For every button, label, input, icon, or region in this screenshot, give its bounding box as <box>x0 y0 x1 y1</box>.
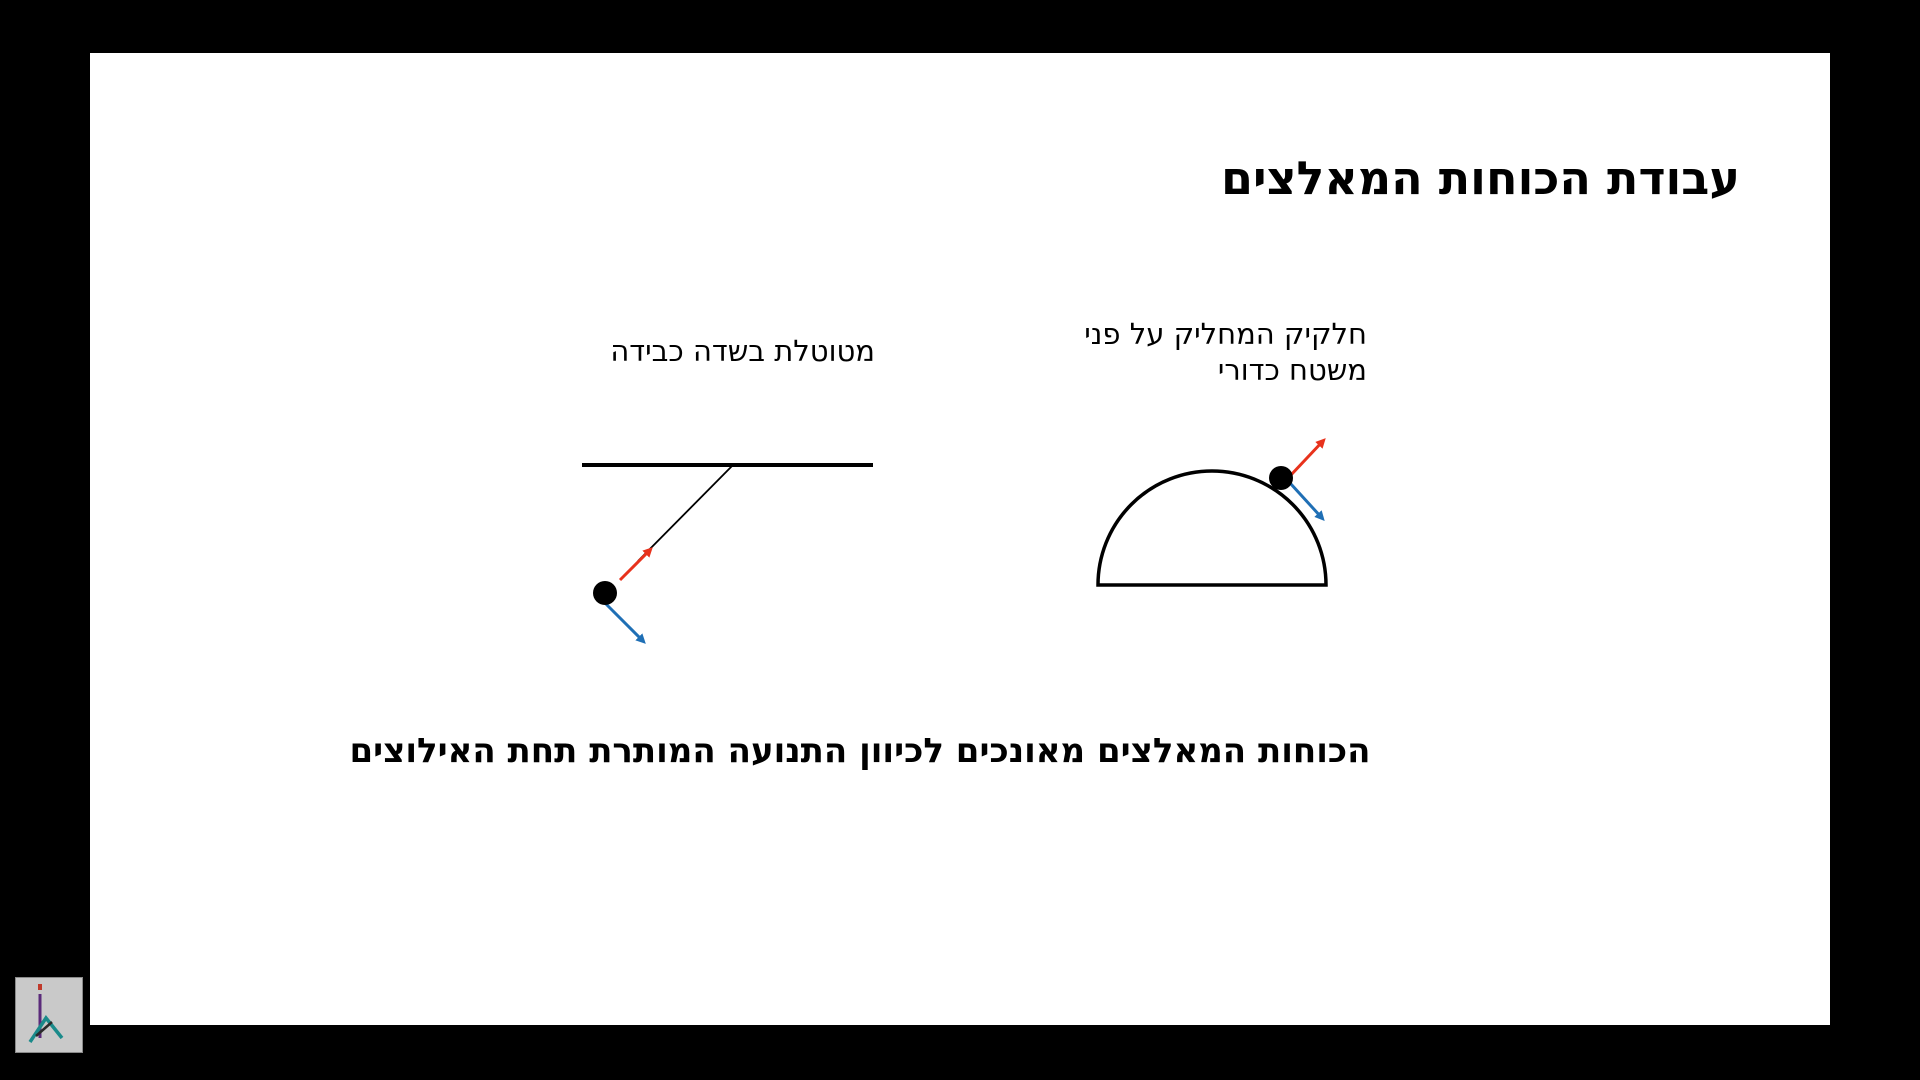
sphere-constraint-force-arrow <box>1288 438 1326 478</box>
slide-conclusion: הכוחות המאלצים מאונכים לכיוון התנועה המו… <box>349 731 1371 771</box>
constraint-forces-diagram <box>582 438 1328 644</box>
pendulum-string <box>637 464 734 562</box>
hemisphere-surface <box>1096 469 1328 587</box>
broadcaster-logo-icon <box>15 977 83 1053</box>
pendulum-constraint-force-arrow <box>618 547 653 582</box>
sphere-motion-arrow <box>1288 481 1325 521</box>
pendulum-motion-arrow <box>603 601 646 644</box>
sliding-particle <box>1269 466 1293 490</box>
presentation-slide: עבודת הכוחות המאלצים מטוטלת בשדה כבידה ח… <box>90 53 1830 1025</box>
pendulum-bob <box>593 581 617 605</box>
pendulum-diagram <box>582 463 873 644</box>
sphere-diagram <box>1096 438 1328 587</box>
